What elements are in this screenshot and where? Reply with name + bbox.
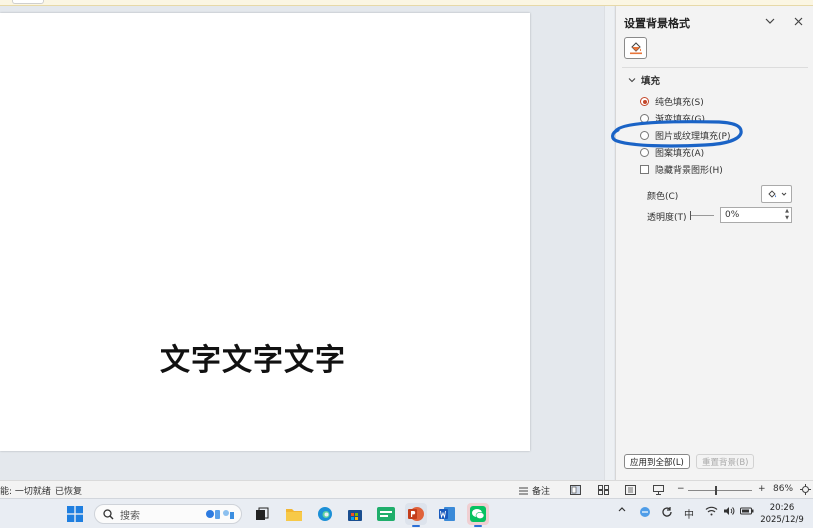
tray-overflow-icon[interactable] (617, 506, 627, 512)
close-icon (794, 17, 802, 25)
edge-browser-button[interactable] (314, 503, 336, 525)
search-highlight-icon (206, 510, 234, 519)
slide-editing-area[interactable]: 文字文字文字 (0, 6, 615, 480)
powerpoint-icon (408, 507, 424, 521)
option-label: 图案填充(A) (655, 149, 705, 159)
chevron-down-icon (765, 18, 775, 24)
picture-fill-option[interactable]: 图片或纹理填充(P) (640, 129, 730, 142)
hide-background-graphics-option[interactable]: 隐藏背景图形(H) (640, 163, 723, 176)
zoom-slider[interactable] (688, 486, 752, 495)
picture-fill-radio[interactable] (640, 131, 649, 140)
file-explorer-button[interactable] (283, 503, 305, 525)
pattern-fill-radio[interactable] (640, 148, 649, 157)
pane-divider (622, 67, 808, 68)
word-button[interactable] (436, 503, 458, 525)
fit-slide-icon[interactable] (799, 484, 811, 495)
spinner-arrows-icon[interactable]: ▲ ▼ (785, 208, 789, 222)
color-picker-button[interactable] (761, 185, 792, 203)
vertical-scrollbar[interactable] (604, 6, 614, 480)
powerpoint-button[interactable] (405, 503, 427, 527)
slide-sorter-icon[interactable] (597, 484, 609, 495)
top-tab[interactable] (12, 0, 44, 4)
reset-background-button[interactable]: 重置背景(B) (696, 454, 755, 469)
reading-view-icon[interactable] (624, 484, 636, 495)
zoom-in-button[interactable]: + (758, 484, 766, 494)
clock-time: 20:26 (769, 503, 795, 513)
status-restore-text: 已恢复 (55, 487, 83, 497)
transparency-input[interactable]: 0% ▲ ▼ (720, 207, 792, 223)
taskbar: 搜索 中 20:26 2025/12/9 (0, 498, 813, 528)
notes-button[interactable]: 备注 (518, 484, 550, 497)
word-icon (439, 507, 455, 521)
volume-icon[interactable] (722, 506, 736, 516)
pane-options-button[interactable] (761, 12, 779, 30)
hide-background-checkbox[interactable] (640, 165, 649, 174)
chevron-down-icon (781, 192, 786, 196)
option-label: 纯色填充(S) (655, 98, 704, 108)
cloud-sync-icon[interactable] (638, 506, 652, 518)
pane-close-button[interactable] (789, 12, 807, 30)
pane-title: 设置背景格式 (624, 17, 690, 30)
ime-indicator[interactable]: 中 (682, 506, 696, 521)
zoom-percent[interactable]: 86% (773, 484, 793, 494)
notes-label: 备注 (532, 487, 551, 497)
task-view-icon (256, 507, 269, 520)
battery-icon[interactable] (740, 506, 754, 516)
folder-icon (286, 509, 302, 521)
apply-to-all-button[interactable]: 应用到全部(L) (624, 454, 690, 469)
search-placeholder: 搜索 (120, 510, 140, 522)
pattern-fill-option[interactable]: 图案填充(A) (640, 146, 704, 159)
format-background-pane: 设置背景格式 填充 纯色填充(S) 渐变填充(G) 图片或纹理填充(P) 图案填… (615, 6, 813, 480)
wechat-button[interactable] (467, 503, 489, 527)
paint-bucket-icon (629, 42, 642, 55)
status-ready-text: 能: 一切就绪 (0, 487, 51, 497)
paint-bucket-icon (767, 189, 776, 198)
search-icon (103, 508, 114, 519)
option-label: 渐变填充(G) (655, 115, 705, 125)
chevron-down-icon (628, 78, 636, 83)
slide-text-box[interactable]: 文字文字文字 (160, 335, 346, 379)
refresh-icon[interactable] (660, 506, 674, 518)
clock-date: 2025/12/9 (760, 515, 804, 525)
learning-app-icon (377, 507, 395, 521)
status-bar: 能: 一切就绪 已恢复 备注 − + 86% (0, 480, 813, 498)
wifi-icon[interactable] (704, 506, 718, 516)
solid-fill-radio[interactable] (640, 97, 649, 106)
edge-icon (318, 507, 332, 521)
gradient-fill-option[interactable]: 渐变填充(G) (640, 112, 705, 125)
gradient-fill-radio[interactable] (640, 114, 649, 123)
task-view-button[interactable] (251, 503, 273, 525)
notes-icon (519, 487, 528, 494)
solid-fill-option[interactable]: 纯色填充(S) (640, 95, 704, 108)
store-icon (348, 510, 362, 521)
slideshow-icon[interactable] (652, 484, 664, 495)
zoom-out-button[interactable]: − (677, 484, 685, 494)
taskbar-clock[interactable]: 20:26 2025/12/9 (760, 502, 804, 526)
fill-tab[interactable] (624, 37, 647, 59)
normal-view-icon[interactable] (569, 484, 581, 495)
wechat-icon (470, 506, 486, 522)
taskbar-search[interactable]: 搜索 (94, 504, 242, 524)
color-label: 颜色(C) (647, 192, 679, 202)
learning-app-button[interactable] (375, 503, 397, 525)
transparency-slider[interactable] (690, 211, 714, 220)
option-label: 隐藏背景图形(H) (655, 166, 723, 176)
fill-section-header[interactable]: 填充 (628, 73, 660, 87)
slide-canvas[interactable]: 文字文字文字 (0, 13, 530, 451)
transparency-value: 0% (725, 210, 740, 220)
fill-section-label: 填充 (641, 76, 661, 87)
zoom-slider-thumb[interactable] (715, 486, 717, 495)
windows-logo-icon (67, 506, 83, 522)
transparency-label: 透明度(T) (647, 213, 687, 223)
store-button[interactable] (344, 503, 366, 525)
start-button[interactable] (64, 503, 86, 525)
option-label: 图片或纹理填充(P) (655, 132, 731, 142)
